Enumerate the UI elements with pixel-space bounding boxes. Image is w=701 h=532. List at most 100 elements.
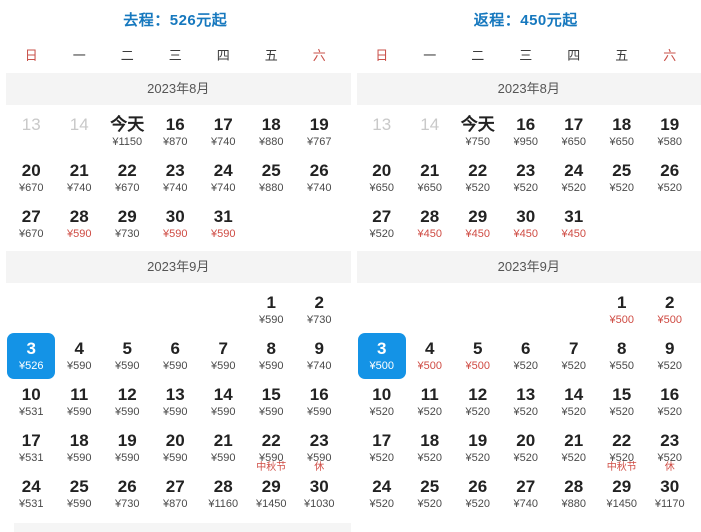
calendar-day-selected[interactable]: 3¥500 [358,333,406,379]
calendar-day[interactable]: 24¥531 [7,471,55,517]
calendar-day[interactable]: 22¥670 [103,155,151,201]
price-label: ¥1160 [208,498,238,511]
calendar-day[interactable]: 25¥520 [406,471,454,517]
calendar-day[interactable]: 休30¥1030 [295,471,343,517]
calendar-day[interactable]: 20¥650 [358,155,406,201]
calendar-day[interactable]: 17¥740 [199,109,247,155]
calendar-day[interactable]: 15¥590 [247,379,295,425]
calendar-day[interactable]: 30¥590 [151,201,199,247]
calendar-day[interactable]: 31¥590 [199,201,247,247]
calendar-day[interactable]: 6¥590 [151,333,199,379]
calendar-day[interactable]: 21¥740 [55,155,103,201]
calendar-day[interactable]: 休30¥1170 [646,471,694,517]
calendar-day-selected[interactable]: 3¥526 [7,333,55,379]
calendar-day[interactable]: 21¥650 [406,155,454,201]
calendar-day[interactable]: 27¥520 [358,201,406,247]
calendar-day[interactable]: 4¥590 [55,333,103,379]
calendar-day[interactable]: 15¥520 [598,379,646,425]
calendar-day[interactable]: 22¥520 [454,155,502,201]
calendar-day[interactable]: 25¥590 [55,471,103,517]
calendar-day[interactable]: 19¥580 [646,109,694,155]
calendar-day[interactable]: 10¥520 [358,379,406,425]
calendar-day[interactable]: 17¥520 [358,425,406,471]
calendar-day[interactable]: 28¥880 [550,471,598,517]
calendar-day[interactable]: 24¥520 [550,155,598,201]
calendar-day[interactable]: 29¥730 [103,201,151,247]
calendar-day[interactable]: 31¥450 [550,201,598,247]
calendar-day[interactable]: 5¥500 [454,333,502,379]
day-number: 22 [118,161,137,181]
calendar-day[interactable]: 2¥500 [646,287,694,333]
calendar-day[interactable]: 1¥500 [598,287,646,333]
calendar-day[interactable]: 26¥740 [295,155,343,201]
calendar-day[interactable]: 11¥590 [55,379,103,425]
calendar-day[interactable]: 中秋节29¥1450 [247,471,295,517]
calendar-day[interactable]: 8¥590 [247,333,295,379]
calendar-day[interactable]: 2¥730 [295,287,343,333]
calendar-day[interactable]: 7¥590 [199,333,247,379]
day-number: 25 [420,477,439,497]
calendar-day[interactable]: 19¥767 [295,109,343,155]
day-number: 17 [214,115,233,135]
calendar-day[interactable]: 28¥1160 [199,471,247,517]
calendar-day[interactable]: 4¥500 [406,333,454,379]
calendar-day[interactable]: 26¥520 [646,155,694,201]
calendar-day[interactable]: 27¥870 [151,471,199,517]
calendar-day[interactable]: 24¥740 [199,155,247,201]
calendar-day[interactable]: 14¥520 [550,379,598,425]
calendar-day[interactable]: 29¥450 [454,201,502,247]
calendar-day[interactable]: 25¥520 [598,155,646,201]
calendar-day[interactable]: 16¥590 [295,379,343,425]
calendar-day[interactable]: 10¥531 [7,379,55,425]
calendar-day[interactable]: 20¥670 [7,155,55,201]
calendar-day[interactable]: 13¥520 [502,379,550,425]
calendar-day[interactable]: 17¥531 [7,425,55,471]
calendar-day[interactable]: 9¥520 [646,333,694,379]
calendar-day[interactable]: 14¥590 [199,379,247,425]
calendar-day[interactable]: 今天¥750 [454,109,502,155]
calendar-day[interactable]: 23¥520 [502,155,550,201]
calendar-day[interactable]: 20¥520 [502,425,550,471]
calendar-day[interactable]: 18¥590 [55,425,103,471]
price-label: ¥520 [514,182,538,195]
calendar-day[interactable]: 23¥740 [151,155,199,201]
calendar-day[interactable]: 16¥870 [151,109,199,155]
calendar-day[interactable]: 今天¥1150 [103,109,151,155]
calendar-day[interactable]: 27¥670 [7,201,55,247]
price-label: ¥450 [562,228,586,241]
calendar-day[interactable]: 27¥740 [502,471,550,517]
calendar-day[interactable]: 7¥520 [550,333,598,379]
calendar-day[interactable]: 5¥590 [103,333,151,379]
calendar-day[interactable]: 12¥590 [103,379,151,425]
calendar-day[interactable]: 16¥950 [502,109,550,155]
calendar-day[interactable]: 28¥590 [55,201,103,247]
calendar-day[interactable]: 13¥590 [151,379,199,425]
calendar-day[interactable]: 18¥650 [598,109,646,155]
calendar-day[interactable]: 19¥590 [103,425,151,471]
price-label: ¥520 [418,452,442,465]
calendar-day[interactable]: 6¥520 [502,333,550,379]
calendar-day[interactable]: 25¥880 [247,155,295,201]
calendar-day[interactable]: 12¥520 [454,379,502,425]
calendar-day[interactable]: 21¥590 [199,425,247,471]
calendar-day[interactable]: 中秋节29¥1450 [598,471,646,517]
calendar-day[interactable]: 11¥520 [406,379,454,425]
calendar-day[interactable]: 21¥520 [550,425,598,471]
calendar-day[interactable]: 8¥550 [598,333,646,379]
calendar-day[interactable]: 1¥590 [247,287,295,333]
calendar-day[interactable]: 26¥730 [103,471,151,517]
calendar-day[interactable]: 28¥450 [406,201,454,247]
calendar-day[interactable]: 26¥520 [454,471,502,517]
day-number: 19 [310,115,329,135]
calendar-day[interactable]: 18¥880 [247,109,295,155]
calendar-day[interactable]: 9¥740 [295,333,343,379]
day-number: 16 [516,115,535,135]
calendar-day[interactable]: 16¥520 [646,379,694,425]
calendar-day[interactable]: 19¥520 [454,425,502,471]
day-number: 31 [214,207,233,227]
calendar-day[interactable]: 17¥650 [550,109,598,155]
calendar-day[interactable]: 30¥450 [502,201,550,247]
calendar-day[interactable]: 24¥520 [358,471,406,517]
calendar-day[interactable]: 18¥520 [406,425,454,471]
calendar-day[interactable]: 20¥590 [151,425,199,471]
